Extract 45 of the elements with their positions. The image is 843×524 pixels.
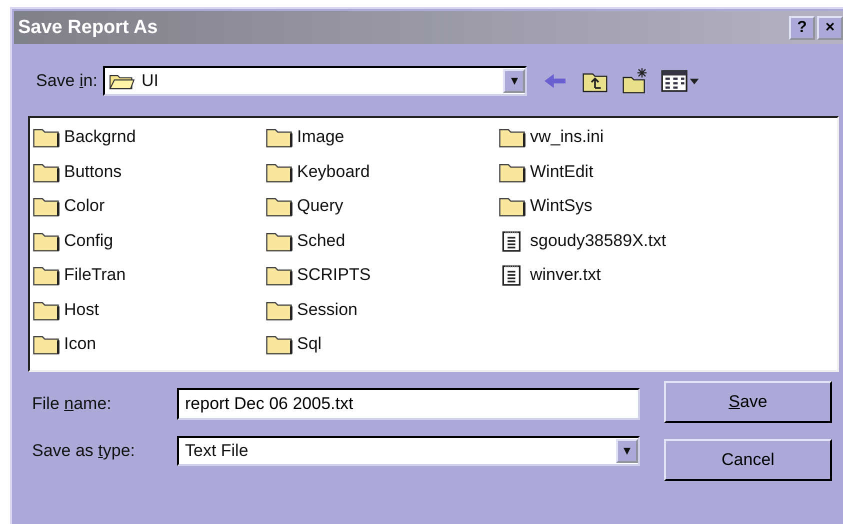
file-item[interactable]: Session [265, 292, 498, 327]
file-item[interactable]: Backgrnd [32, 120, 265, 154]
file-item[interactable]: vw_ins.ini [498, 120, 731, 154]
window-title: Save Report As [17, 16, 158, 38]
folder-icon [265, 333, 293, 356]
dropdown-arrow-button[interactable]: ▾ [503, 69, 526, 93]
cancel-button[interactable]: Cancel [664, 439, 832, 481]
save-button[interactable]: Save [664, 381, 832, 423]
folder-icon [32, 126, 60, 148]
folder-icon [32, 333, 60, 356]
save-in-dropdown[interactable]: UI ▾ [103, 66, 528, 96]
save-as-type-label: Save as type: [32, 441, 136, 461]
file-item[interactable]: Query [265, 189, 498, 224]
folder-icon [109, 72, 136, 90]
file-item[interactable]: winver.txt [498, 258, 731, 292]
file-item[interactable]: Color [32, 189, 265, 224]
folder-icon [32, 195, 60, 218]
file-name-label: File name: [32, 394, 112, 414]
file-item[interactable]: Buttons [32, 154, 265, 189]
file-item[interactable]: Keyboard [265, 154, 498, 189]
file-item[interactable]: Sched [265, 224, 498, 258]
file-item[interactable]: Image [265, 120, 498, 154]
folder-icon [32, 264, 60, 286]
close-button[interactable]: × [817, 16, 843, 40]
file-item[interactable]: WintEdit [498, 154, 731, 189]
file-item[interactable]: Sql [265, 327, 498, 362]
dropdown-arrow-button[interactable]: ▾ [616, 439, 638, 463]
file-item[interactable]: Icon [32, 327, 265, 362]
file-item[interactable]: FileTran [32, 258, 265, 292]
folder-icon [265, 126, 293, 148]
view-menu-icon[interactable] [661, 67, 702, 95]
folder-icon [265, 264, 293, 286]
file-item[interactable]: sgoudy38589X.txt [498, 224, 731, 258]
help-button[interactable]: ? [789, 16, 815, 40]
new-folder-icon[interactable] [621, 67, 650, 95]
file-item[interactable]: Config [32, 224, 265, 258]
file-item[interactable]: SCRIPTS [265, 258, 498, 292]
file-name-field[interactable]: report Dec 06 2005.txt [177, 388, 640, 420]
folder-icon [265, 195, 293, 218]
folder-icon [498, 126, 526, 148]
folder-icon [498, 195, 526, 218]
file-item[interactable]: WintSys [498, 189, 731, 224]
save-in-label: Save in: [36, 71, 98, 91]
save-as-type-dropdown[interactable]: Text File ▾ [177, 436, 640, 466]
file-item[interactable]: Host [32, 292, 265, 327]
